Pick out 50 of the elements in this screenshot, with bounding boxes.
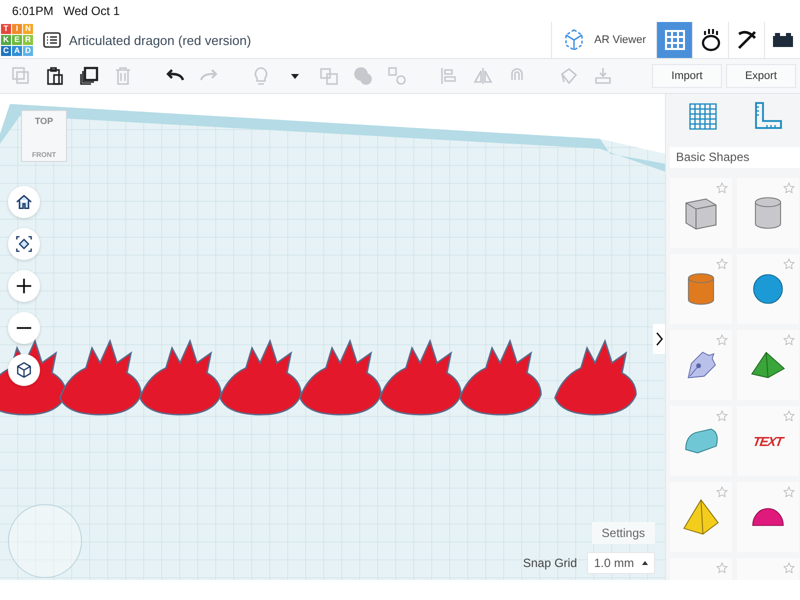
design-title[interactable]: Articulated dragon (red version)	[69, 32, 252, 48]
export-button[interactable]: Export	[726, 64, 796, 88]
import-button[interactable]: Import	[652, 64, 722, 88]
shape-tile[interactable]	[670, 558, 732, 580]
collapse-panel-button[interactable]	[653, 324, 665, 354]
star-icon[interactable]	[716, 182, 728, 194]
star-icon[interactable]	[783, 258, 795, 270]
plus-icon	[15, 277, 33, 295]
shape-tile[interactable]	[737, 482, 799, 552]
star-icon[interactable]	[783, 334, 795, 346]
status-date: Wed Oct 1	[63, 4, 120, 18]
star-icon[interactable]	[716, 562, 728, 574]
shape-tile[interactable]	[737, 558, 799, 580]
star-icon[interactable]	[716, 258, 728, 270]
star-icon[interactable]	[783, 486, 795, 498]
shape-tile[interactable]	[737, 330, 799, 400]
shape-tile[interactable]	[737, 178, 799, 248]
status-time: 6:01PM	[12, 4, 54, 18]
star-icon[interactable]	[783, 562, 795, 574]
app-logo[interactable]: T I N K E R C A D	[1, 24, 33, 56]
minus-icon	[15, 327, 33, 329]
caret-icon	[642, 561, 648, 565]
snap-grid-label: Snap Grid	[522, 556, 577, 570]
star-icon[interactable]	[783, 182, 795, 194]
shape-category-dropdown[interactable]: Basic Shapes	[670, 146, 800, 168]
cube-top-label: TOP	[34, 116, 54, 126]
settings-button[interactable]: Settings	[592, 522, 655, 544]
grid-icon	[664, 30, 684, 50]
shape-tile[interactable]	[670, 330, 732, 400]
shape-tile[interactable]	[670, 254, 732, 324]
star-icon[interactable]	[716, 410, 728, 422]
shape-tile[interactable]	[670, 482, 732, 552]
shape-tile[interactable]	[670, 178, 732, 248]
brick-icon	[772, 32, 794, 48]
star-icon[interactable]	[716, 334, 728, 346]
text-shape-label: TEXT	[752, 434, 784, 448]
snap-grid-dropdown[interactable]: 1.0 mm	[587, 552, 655, 574]
fit-view-icon	[15, 235, 33, 253]
shape-tile[interactable]	[737, 254, 799, 324]
workplane-icon[interactable]	[688, 101, 718, 132]
shape-tile[interactable]	[670, 406, 732, 476]
home-icon	[15, 193, 33, 211]
star-icon[interactable]	[783, 410, 795, 422]
list-icon[interactable]	[43, 32, 61, 48]
ruler-icon[interactable]	[752, 101, 782, 132]
shape-tile[interactable]: TEXT	[737, 406, 799, 476]
cube-icon	[15, 361, 33, 379]
hand-icon	[700, 28, 722, 52]
chevron-icon	[656, 332, 662, 346]
star-icon[interactable]	[716, 486, 728, 498]
